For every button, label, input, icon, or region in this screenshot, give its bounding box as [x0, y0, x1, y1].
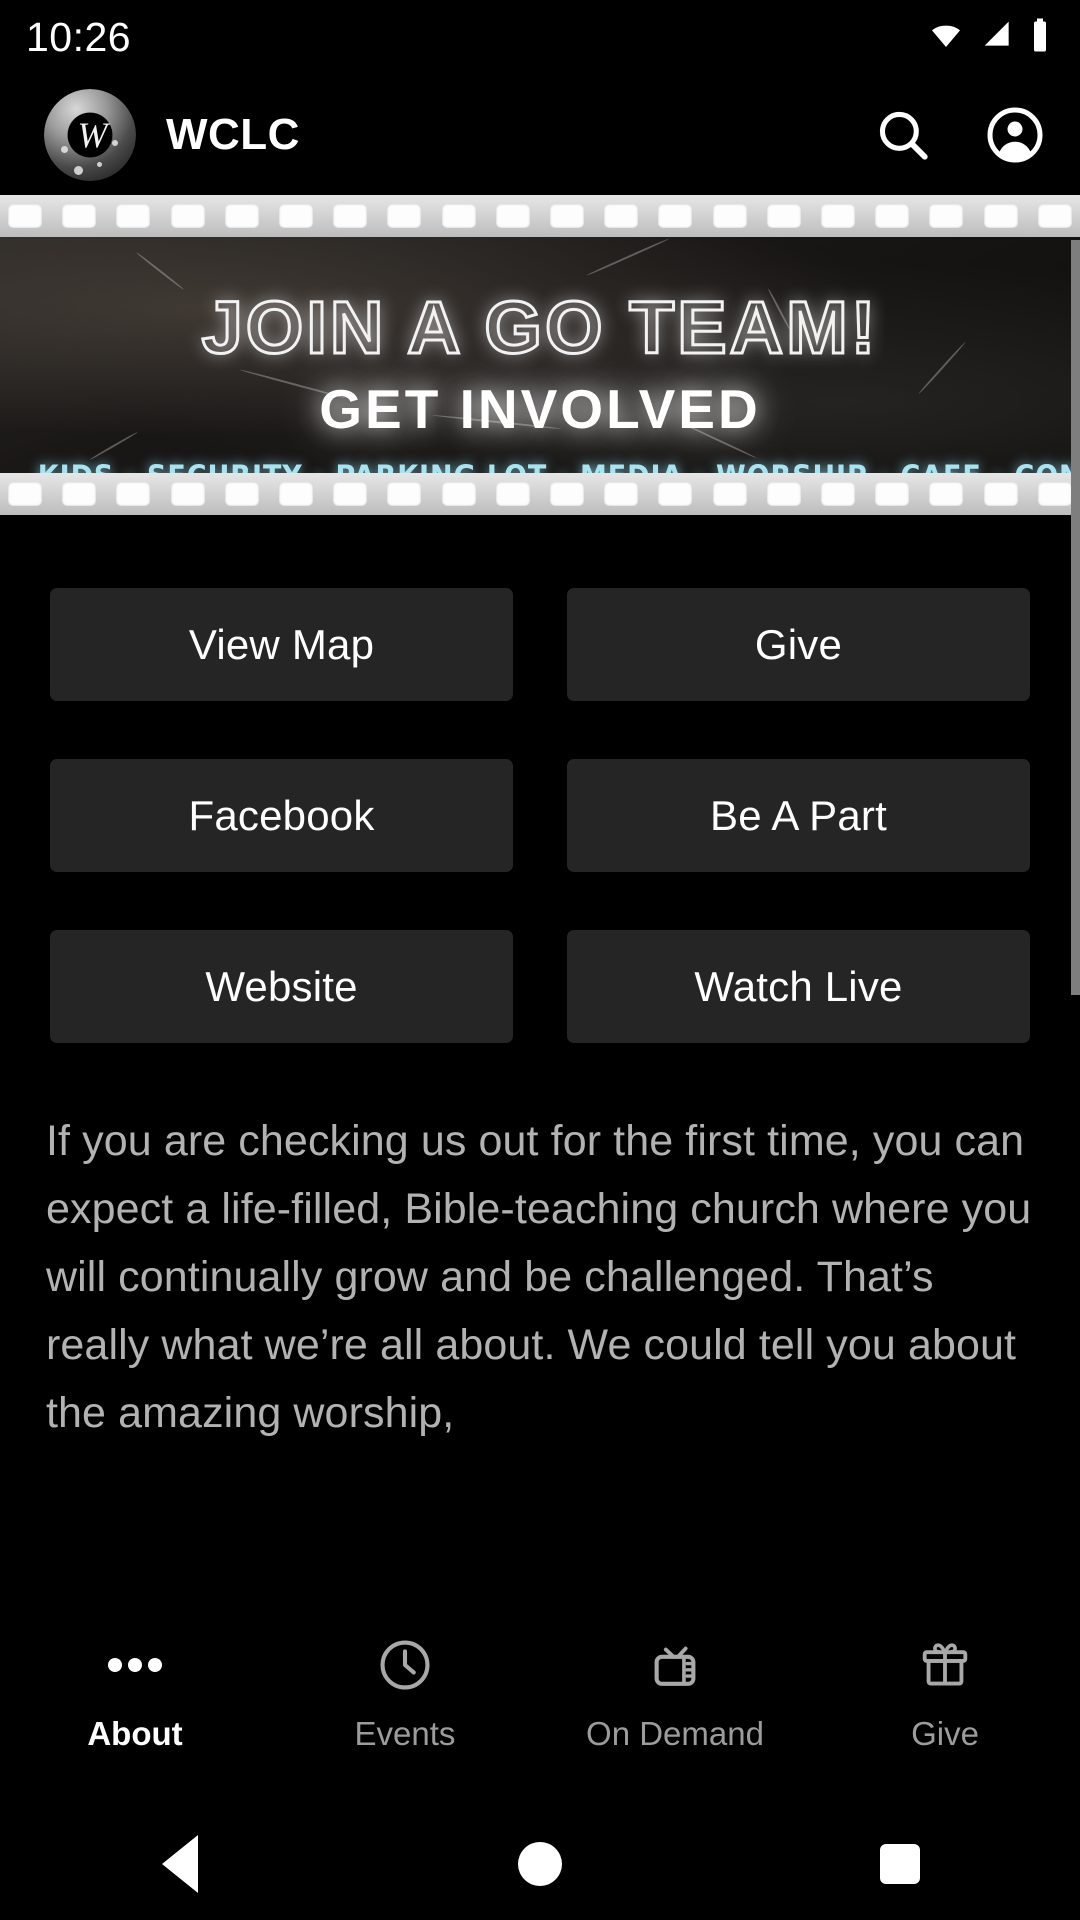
wifi-icon [926, 19, 966, 56]
account-circle-icon[interactable] [984, 104, 1046, 166]
status-icons [926, 17, 1050, 58]
tile-watch-live[interactable]: Watch Live [567, 930, 1030, 1043]
home-circle-icon[interactable] [495, 1819, 585, 1909]
nav-label-events: Events [354, 1715, 456, 1752]
recents-square-icon[interactable] [855, 1819, 945, 1909]
banner-team-list: KIDS - SECURITY - PARKING LOT - MEDIA - … [38, 459, 1080, 473]
tile-website[interactable]: Website [50, 930, 513, 1043]
bottom-navigation: About Events On Demand Give [0, 1613, 1080, 1808]
android-navigation-bar [0, 1808, 1080, 1920]
status-bar: 10:26 [0, 0, 1080, 75]
app-logo: W [44, 89, 136, 181]
nav-label-give: Give [911, 1715, 979, 1752]
film-holes [0, 473, 1080, 515]
more-horizontal-icon [106, 1635, 164, 1695]
app-title: WCLC [166, 110, 300, 159]
film-holes [0, 195, 1080, 237]
about-paragraph: If you are checking us out for the first… [46, 1117, 1032, 1437]
tile-facebook[interactable]: Facebook [50, 759, 513, 872]
promo-banner[interactable]: JOIN A GO TEAM! GET INVOLVED KIDS - SECU… [0, 195, 1080, 515]
tile-give[interactable]: Give [567, 588, 1030, 701]
back-triangle-icon[interactable] [135, 1819, 225, 1909]
nav-tab-about[interactable]: About [0, 1635, 270, 1753]
banner-subhead: GET INVOLVED [319, 378, 761, 440]
battery-icon [1030, 17, 1050, 58]
film-strip-top [0, 195, 1080, 237]
banner-artwork: JOIN A GO TEAM! GET INVOLVED KIDS - SECU… [0, 237, 1080, 473]
nav-label-about: About [87, 1715, 183, 1752]
app-screen: 10:26 W WCLC JOIN A GO TEAM! GET INVOLVE… [0, 0, 1080, 1920]
search-icon[interactable] [872, 104, 934, 166]
nav-tab-give[interactable]: Give [810, 1635, 1080, 1753]
main-content: View Map Give Facebook Be A Part Website… [0, 515, 1080, 1447]
logo-monogram: W [77, 115, 108, 155]
app-bar: W WCLC [0, 75, 1080, 195]
nav-tab-on-demand[interactable]: On Demand [540, 1635, 810, 1753]
app-bar-actions [872, 104, 1046, 166]
film-strip-bottom [0, 473, 1080, 515]
gift-icon [916, 1635, 974, 1695]
clock-icon [376, 1635, 434, 1695]
tv-icon [646, 1635, 704, 1695]
tile-view-map[interactable]: View Map [50, 588, 513, 701]
tile-be-a-part[interactable]: Be A Part [567, 759, 1030, 872]
nav-tab-events[interactable]: Events [270, 1635, 540, 1753]
quick-links-grid: View Map Give Facebook Be A Part Website… [0, 515, 1080, 1043]
cellular-signal-icon [980, 19, 1016, 56]
status-time: 10:26 [26, 14, 132, 60]
banner-headline: JOIN A GO TEAM! [200, 285, 879, 371]
nav-label-on-demand: On Demand [586, 1715, 764, 1752]
